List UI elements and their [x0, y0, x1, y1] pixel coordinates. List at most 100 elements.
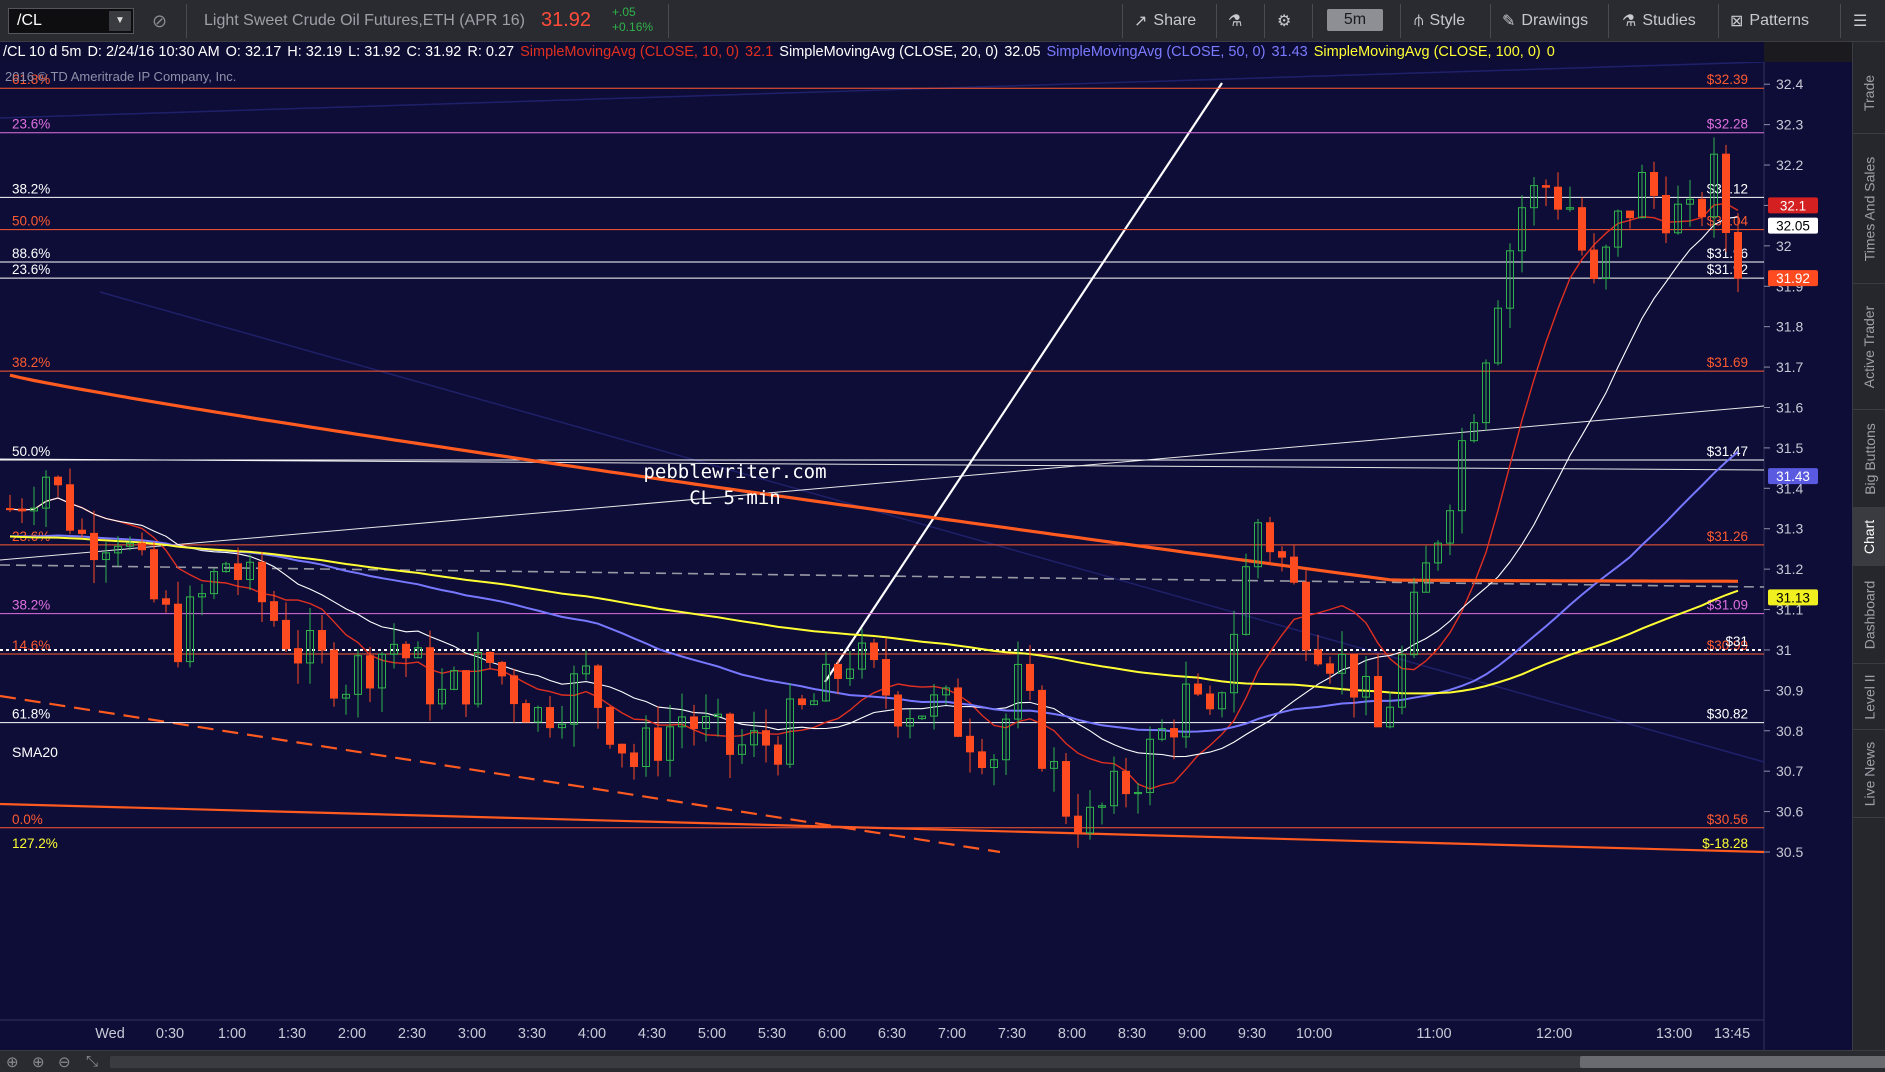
candle-body[interactable] [90, 532, 98, 561]
candle-body[interactable] [954, 687, 962, 737]
candle-body[interactable] [1278, 551, 1286, 558]
candle-body[interactable] [618, 743, 626, 754]
header-open: O: 32.17 [225, 44, 282, 60]
chevron-down-icon[interactable]: ▼ [109, 11, 131, 31]
candle-body[interactable] [18, 508, 26, 512]
candle-body[interactable] [1062, 761, 1070, 817]
candle-body[interactable] [870, 642, 878, 661]
candle-body[interactable] [258, 561, 266, 603]
tab-live-news[interactable]: Live News [1853, 730, 1885, 818]
candle-body[interactable] [1326, 663, 1334, 674]
settings-button[interactable]: ⚙ [1277, 8, 1291, 34]
candle-body[interactable] [1374, 676, 1382, 728]
timeframe-selector[interactable]: 5m [1327, 9, 1383, 31]
candle-body[interactable] [498, 661, 506, 677]
candle-body[interactable] [1266, 522, 1274, 553]
candle-body[interactable] [630, 752, 638, 768]
candle-body[interactable] [462, 670, 470, 705]
studies-button[interactable]: ⚗ Studies [1622, 8, 1696, 34]
y-tick-label: 32.4 [1776, 76, 1803, 92]
candle-body[interactable] [1122, 770, 1130, 795]
candle-body[interactable] [594, 665, 602, 708]
candle-body[interactable] [1314, 649, 1322, 665]
candle-body[interactable] [270, 601, 278, 621]
tab-active-trader[interactable]: Active Trader [1853, 284, 1885, 410]
tab-trade[interactable]: Trade [1853, 52, 1885, 134]
candle-body[interactable] [1734, 232, 1742, 279]
style-button[interactable]: ⫛ Style [1414, 8, 1465, 34]
pan-icon[interactable]: ⤡ [86, 1053, 98, 1070]
candle-body[interactable] [522, 703, 530, 723]
tab-dashboard[interactable]: Dashboard [1853, 566, 1885, 664]
candle-body[interactable] [426, 647, 434, 705]
time-scrollbar[interactable] [110, 1056, 1885, 1068]
candle-body[interactable] [1074, 815, 1082, 834]
candle-body[interactable] [1350, 653, 1358, 698]
scrollbar-thumb[interactable] [1580, 1056, 1885, 1068]
link-icon[interactable]: ⊘ [152, 11, 167, 32]
candle-body[interactable] [546, 707, 554, 729]
candle-body[interactable] [978, 751, 986, 769]
candle-body[interactable] [762, 730, 770, 746]
zoom-out-icon[interactable]: ⊖ [58, 1053, 71, 1071]
candle-body[interactable] [654, 727, 662, 761]
candle-body[interactable] [78, 529, 86, 534]
candle-body[interactable] [1554, 186, 1562, 210]
candle-body[interactable] [294, 648, 302, 664]
tab-big-buttons[interactable]: Big Buttons [1853, 410, 1885, 508]
candle-body[interactable] [234, 563, 242, 580]
tab-chart[interactable]: Chart [1853, 508, 1885, 566]
share-button[interactable]: ↗ Share [1134, 8, 1196, 34]
candle-body[interactable] [138, 542, 146, 551]
candle-body[interactable] [1206, 693, 1214, 710]
candle-body[interactable] [6, 508, 14, 511]
candle-body[interactable] [510, 675, 518, 705]
candle-body[interactable] [894, 694, 902, 727]
crosshair-icon[interactable]: ⊕ [6, 1053, 19, 1071]
candle-body[interactable] [1026, 663, 1034, 691]
candle-body[interactable] [726, 713, 734, 755]
symbol-input[interactable]: /CL ▼ [8, 8, 134, 34]
candle-body[interactable] [1194, 683, 1202, 695]
candle-body[interactable] [1290, 556, 1298, 583]
candle-body[interactable] [282, 619, 290, 650]
candle-body[interactable] [366, 655, 374, 689]
candle-body[interactable] [66, 484, 74, 531]
x-tick-label: 11:00 [1416, 1026, 1451, 1042]
zoom-in-icon[interactable]: ⊕ [32, 1053, 45, 1071]
candle-body[interactable] [1302, 581, 1310, 651]
menu-button[interactable]: ☰ [1853, 8, 1867, 34]
drawings-button[interactable]: ✎ Drawings [1502, 8, 1588, 34]
candle-body[interactable] [1626, 210, 1634, 219]
candle-body[interactable] [1542, 185, 1550, 188]
candle-body[interactable] [774, 744, 782, 765]
candle-body[interactable] [966, 735, 974, 753]
flask-button[interactable]: ⚗ [1228, 8, 1242, 34]
candle-body[interactable] [1590, 249, 1598, 279]
candle-body[interactable] [54, 476, 62, 486]
candle-body[interactable] [1662, 195, 1670, 234]
candle-body[interactable] [834, 663, 842, 679]
candle-body[interactable] [1038, 689, 1046, 769]
candle-body[interactable] [318, 630, 326, 651]
x-tick-label: 3:30 [518, 1026, 546, 1042]
candle-body[interactable] [882, 659, 890, 696]
candle-body[interactable] [1170, 728, 1178, 738]
candle-body[interactable] [1722, 153, 1730, 234]
candle-body[interactable] [162, 598, 170, 605]
candle-body[interactable] [1650, 172, 1658, 197]
tab-times-and-sales[interactable]: Times And Sales [1853, 134, 1885, 284]
candle-body[interactable] [486, 651, 494, 663]
price-chart[interactable]: 61.8%$32.3923.6%$32.2838.2%$32.1250.0%$3… [0, 62, 1852, 1050]
candle-body[interactable] [798, 698, 806, 706]
candle-body[interactable] [150, 549, 158, 600]
tab-level-ii[interactable]: Level II [1853, 664, 1885, 730]
patterns-button[interactable]: ⊠ Patterns [1730, 8, 1809, 34]
candle-body[interactable] [690, 716, 698, 729]
candle-body[interactable] [174, 603, 182, 663]
candle-body[interactable] [402, 643, 410, 659]
candle-body[interactable] [330, 649, 338, 699]
candle-body[interactable] [606, 706, 614, 745]
candle-body[interactable] [1698, 198, 1706, 218]
candle-body[interactable] [1578, 207, 1586, 251]
